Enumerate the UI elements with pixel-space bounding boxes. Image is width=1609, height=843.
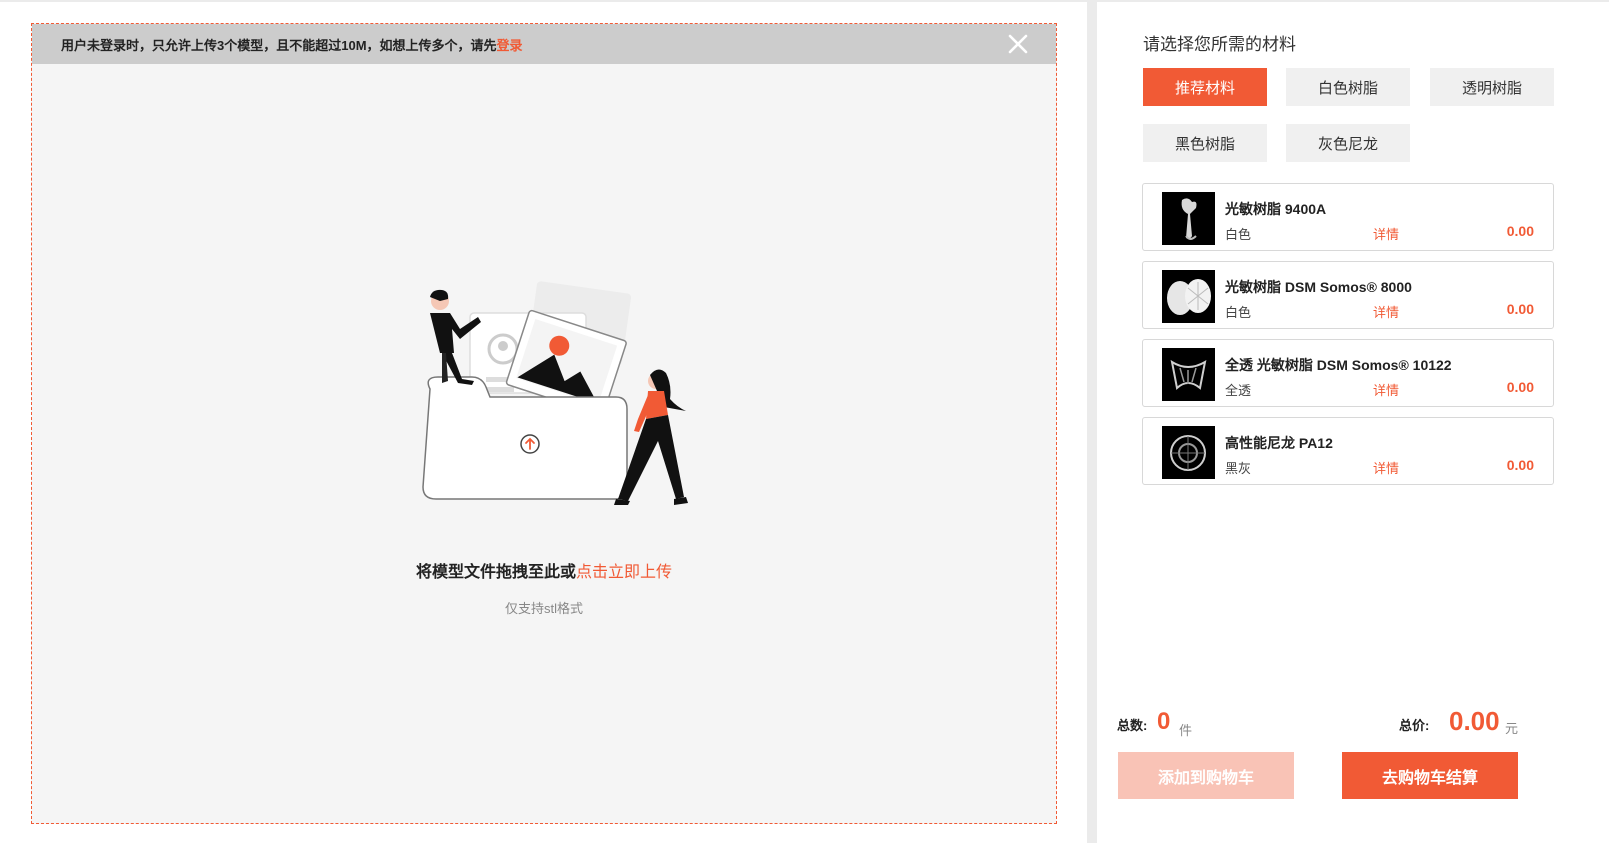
upload-illustration [422, 281, 688, 505]
material-item[interactable]: 高性能尼龙 PA12 黑灰 详情 0.00 [1142, 417, 1554, 485]
total-price-unit: 元 [1505, 721, 1519, 736]
material-color: 全透 [1225, 383, 1252, 398]
material-name: 光敏树脂 DSM Somos® 8000 [1225, 279, 1412, 295]
category-white-resin[interactable]: 白色树脂 [1286, 68, 1410, 106]
material-thumbnail [1162, 348, 1215, 401]
material-item[interactable]: 光敏树脂 9400A 白色 详情 0.00 [1142, 183, 1554, 251]
material-item[interactable]: 光敏树脂 DSM Somos® 8000 白色 详情 0.00 [1142, 261, 1554, 329]
drop-text: 将模型文件拖拽至此或 [415, 564, 576, 581]
drop-instruction: 将模型文件拖拽至此或点击立即上传 [32, 558, 1056, 582]
material-list: 光敏树脂 9400A 白色 详情 0.00 光敏树脂 DSM Somos® 80… [1142, 183, 1554, 495]
material-name: 光敏树脂 9400A [1225, 201, 1327, 217]
login-notice-bar: 用户未登录时，只允许上传3个模型，且不能超过10M，如想上传多个，请先 登录 [32, 24, 1056, 64]
material-color: 白色 [1225, 227, 1252, 242]
category-grey-nylon[interactable]: 灰色尼龙 [1286, 124, 1410, 162]
material-item[interactable]: 全透 光敏树脂 DSM Somos® 10122 全透 详情 0.00 [1142, 339, 1554, 407]
material-detail-link[interactable]: 详情 [1373, 224, 1399, 243]
login-link[interactable]: 登录 [497, 35, 523, 54]
material-color: 白色 [1225, 305, 1252, 320]
category-recommended[interactable]: 推荐材料 [1143, 68, 1267, 106]
material-thumbnail [1162, 192, 1215, 245]
file-drop-zone[interactable]: 用户未登录时，只允许上传3个模型，且不能超过10M，如想上传多个，请先 登录 将… [31, 23, 1057, 824]
format-hint: 仅支持stl格式 [504, 601, 583, 616]
material-price: 0.00 [1506, 457, 1534, 473]
material-name: 高性能尼龙 PA12 [1225, 435, 1333, 451]
material-thumbnail [1162, 426, 1215, 479]
category-clear-resin[interactable]: 透明树脂 [1430, 68, 1554, 106]
material-detail-link[interactable]: 详情 [1373, 458, 1399, 477]
total-count-label: 总数: [1117, 718, 1148, 733]
material-price: 0.00 [1506, 379, 1534, 395]
material-color: 黑灰 [1225, 461, 1252, 476]
notice-text: 用户未登录时，只允许上传3个模型，且不能超过10M，如想上传多个，请先 [61, 37, 497, 53]
material-section-title: 请选择您所需的材料 [1143, 35, 1296, 54]
total-count-value: 0 [1157, 708, 1171, 735]
material-detail-link[interactable]: 详情 [1373, 380, 1399, 399]
total-price-value: 0.00 [1449, 706, 1500, 736]
upload-panel: 用户未登录时，只允许上传3个模型，且不能超过10M，如想上传多个，请先 登录 将… [0, 2, 1087, 843]
material-price: 0.00 [1506, 301, 1534, 317]
close-icon[interactable] [1006, 32, 1030, 56]
add-to-cart-button[interactable]: 添加到购物车 [1118, 752, 1294, 799]
total-count-unit: 件 [1179, 723, 1193, 738]
total-price-label: 总价: [1399, 718, 1430, 733]
click-upload-link[interactable]: 点击立即上传 [576, 564, 672, 581]
material-panel: 请选择您所需的材料 推荐材料 白色树脂 透明树脂 黑色树脂 灰色尼龙 光敏树脂 … [1097, 2, 1609, 843]
checkout-button[interactable]: 去购物车结算 [1342, 752, 1518, 799]
material-detail-link[interactable]: 详情 [1373, 302, 1399, 321]
category-black-resin[interactable]: 黑色树脂 [1143, 124, 1267, 162]
material-thumbnail [1162, 270, 1215, 323]
material-price: 0.00 [1506, 223, 1534, 239]
material-name: 全透 光敏树脂 DSM Somos® 10122 [1225, 357, 1452, 373]
